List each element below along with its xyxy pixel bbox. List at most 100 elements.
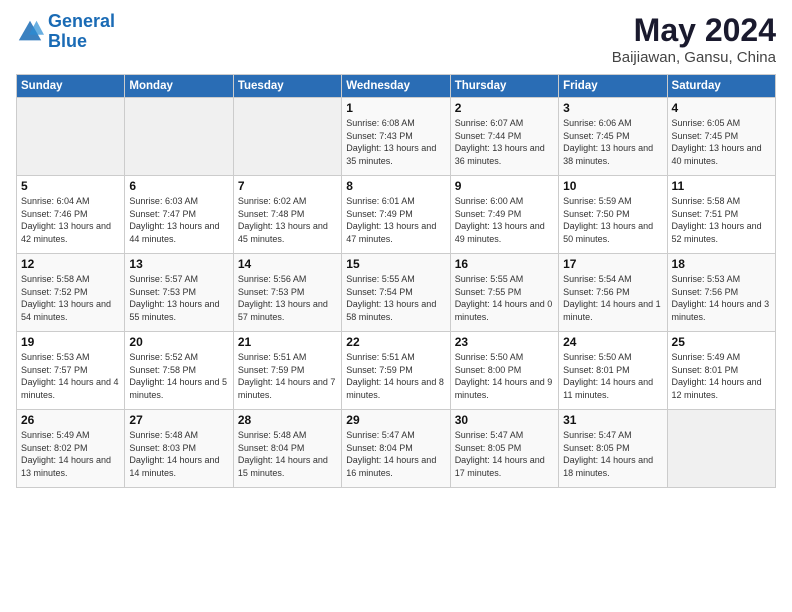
cell-day-number: 19 [21,335,120,349]
cal-cell [17,98,125,176]
cal-cell: 19 Sunrise: 5:53 AMSunset: 7:57 PMDayligh… [17,332,125,410]
cell-day-number: 1 [346,101,445,115]
cal-cell: 10 Sunrise: 5:59 AMSunset: 7:50 PMDayligh… [559,176,667,254]
cell-info: Sunrise: 5:58 AMSunset: 7:52 PMDaylight:… [21,273,120,323]
cell-day-number: 8 [346,179,445,193]
cell-day-number: 31 [563,413,662,427]
cal-cell: 26 Sunrise: 5:49 AMSunset: 8:02 PMDayligh… [17,410,125,488]
cal-cell: 15Sunrise: 5:55 AMSunset: 7:54 PMDayligh… [342,254,450,332]
cell-day-number: 30 [455,413,554,427]
cell-info: Sunrise: 5:48 AMSunset: 8:03 PMDaylight:… [129,429,228,479]
cell-info: Sunrise: 5:56 AMSunset: 7:53 PMDaylight:… [238,273,337,323]
cell-info: Sunrise: 5:49 AMSunset: 8:01 PMDaylight:… [672,351,771,401]
cal-cell: 4 Sunrise: 6:05 AMSunset: 7:45 PMDaylight… [667,98,775,176]
weekday-sunday: Sunday [17,75,125,98]
cell-day-number: 13 [129,257,228,271]
cal-cell: 5 Sunrise: 6:04 AMSunset: 7:46 PMDaylight… [17,176,125,254]
cal-cell [667,410,775,488]
cell-info: Sunrise: 5:58 AMSunset: 7:51 PMDaylight:… [672,195,771,245]
cell-day-number: 2 [455,101,554,115]
cell-info: Sunrise: 5:49 AMSunset: 8:02 PMDaylight:… [21,429,120,479]
cal-cell: 29Sunrise: 5:47 AMSunset: 8:04 PMDayligh… [342,410,450,488]
logo-text: General Blue [48,12,115,52]
weekday-saturday: Saturday [667,75,775,98]
logo-icon [16,18,44,46]
cell-info: Sunrise: 5:52 AMSunset: 7:58 PMDaylight:… [129,351,228,401]
cell-info: Sunrise: 5:54 AMSunset: 7:56 PMDaylight:… [563,273,662,323]
cal-cell: 6 Sunrise: 6:03 AMSunset: 7:47 PMDaylight… [125,176,233,254]
cell-info: Sunrise: 5:53 AMSunset: 7:57 PMDaylight:… [21,351,120,401]
cell-day-number: 22 [346,335,445,349]
cell-info: Sunrise: 5:47 AMSunset: 8:05 PMDaylight:… [455,429,554,479]
cal-cell: 24Sunrise: 5:50 AMSunset: 8:01 PMDayligh… [559,332,667,410]
cell-day-number: 25 [672,335,771,349]
cell-day-number: 29 [346,413,445,427]
cell-info: Sunrise: 6:05 AMSunset: 7:45 PMDaylight:… [672,117,771,167]
subtitle: Baijiawan, Gansu, China [612,49,776,66]
cell-info: Sunrise: 5:50 AMSunset: 8:00 PMDaylight:… [455,351,554,401]
cell-day-number: 12 [21,257,120,271]
cell-info: Sunrise: 5:47 AMSunset: 8:05 PMDaylight:… [563,429,662,479]
cal-cell: 22 Sunrise: 5:51 AMSunset: 7:59 PMDayligh… [342,332,450,410]
weekday-friday: Friday [559,75,667,98]
cell-day-number: 4 [672,101,771,115]
weekday-wednesday: Wednesday [342,75,450,98]
cal-cell: 12 Sunrise: 5:58 AMSunset: 7:52 PMDayligh… [17,254,125,332]
cal-cell: 27 Sunrise: 5:48 AMSunset: 8:03 PMDayligh… [125,410,233,488]
cell-day-number: 26 [21,413,120,427]
cell-day-number: 11 [672,179,771,193]
cell-info: Sunrise: 5:48 AMSunset: 8:04 PMDaylight:… [238,429,337,479]
cell-day-number: 28 [238,413,337,427]
cell-day-number: 10 [563,179,662,193]
cell-day-number: 24 [563,335,662,349]
cal-cell: 2Sunrise: 6:07 AMSunset: 7:44 PMDaylight… [450,98,558,176]
cal-cell: 8Sunrise: 6:01 AMSunset: 7:49 PMDaylight… [342,176,450,254]
logo-line1: General [48,11,115,31]
cell-info: Sunrise: 5:51 AMSunset: 7:59 PMDaylight:… [346,351,445,401]
cal-cell: 16Sunrise: 5:55 AMSunset: 7:55 PMDayligh… [450,254,558,332]
weekday-thursday: Thursday [450,75,558,98]
cell-day-number: 18 [672,257,771,271]
cell-day-number: 23 [455,335,554,349]
main-title: May 2024 [612,12,776,49]
cal-cell: 25 Sunrise: 5:49 AMSunset: 8:01 PMDayligh… [667,332,775,410]
logo: General Blue [16,12,115,52]
cell-info: Sunrise: 6:00 AMSunset: 7:49 PMDaylight:… [455,195,554,245]
cell-day-number: 7 [238,179,337,193]
cell-info: Sunrise: 6:08 AMSunset: 7:43 PMDaylight:… [346,117,445,167]
cal-cell: 17 Sunrise: 5:54 AMSunset: 7:56 PMDayligh… [559,254,667,332]
cell-info: Sunrise: 5:57 AMSunset: 7:53 PMDaylight:… [129,273,228,323]
title-block: May 2024 Baijiawan, Gansu, China [612,12,776,66]
week-row-2: 5 Sunrise: 6:04 AMSunset: 7:46 PMDaylight… [17,176,776,254]
cell-info: Sunrise: 6:03 AMSunset: 7:47 PMDaylight:… [129,195,228,245]
cal-cell: 11 Sunrise: 5:58 AMSunset: 7:51 PMDayligh… [667,176,775,254]
week-row-4: 19 Sunrise: 5:53 AMSunset: 7:57 PMDayligh… [17,332,776,410]
cell-day-number: 27 [129,413,228,427]
cal-cell: 30 Sunrise: 5:47 AMSunset: 8:05 PMDayligh… [450,410,558,488]
cal-cell: 1 Sunrise: 6:08 AMSunset: 7:43 PMDaylight… [342,98,450,176]
cell-info: Sunrise: 5:59 AMSunset: 7:50 PMDaylight:… [563,195,662,245]
cell-info: Sunrise: 6:04 AMSunset: 7:46 PMDaylight:… [21,195,120,245]
cell-info: Sunrise: 5:55 AMSunset: 7:54 PMDaylight:… [346,273,445,323]
cell-day-number: 17 [563,257,662,271]
cell-day-number: 5 [21,179,120,193]
weekday-header-row: SundayMondayTuesdayWednesdayThursdayFrid… [17,75,776,98]
cell-info: Sunrise: 5:55 AMSunset: 7:55 PMDaylight:… [455,273,554,323]
cal-cell [125,98,233,176]
cal-cell: 21Sunrise: 5:51 AMSunset: 7:59 PMDayligh… [233,332,341,410]
logo-line2: Blue [48,31,87,51]
calendar: SundayMondayTuesdayWednesdayThursdayFrid… [16,74,776,488]
cell-day-number: 6 [129,179,228,193]
cal-cell: 31 Sunrise: 5:47 AMSunset: 8:05 PMDayligh… [559,410,667,488]
cal-cell: 23 Sunrise: 5:50 AMSunset: 8:00 PMDayligh… [450,332,558,410]
weekday-monday: Monday [125,75,233,98]
cal-cell: 14Sunrise: 5:56 AMSunset: 7:53 PMDayligh… [233,254,341,332]
cell-day-number: 20 [129,335,228,349]
header: General Blue May 2024 Baijiawan, Gansu, … [16,12,776,66]
cell-info: Sunrise: 5:53 AMSunset: 7:56 PMDaylight:… [672,273,771,323]
cell-info: Sunrise: 5:51 AMSunset: 7:59 PMDaylight:… [238,351,337,401]
cal-cell: 28 Sunrise: 5:48 AMSunset: 8:04 PMDayligh… [233,410,341,488]
week-row-1: 1 Sunrise: 6:08 AMSunset: 7:43 PMDaylight… [17,98,776,176]
cell-info: Sunrise: 6:06 AMSunset: 7:45 PMDaylight:… [563,117,662,167]
cell-info: Sunrise: 6:02 AMSunset: 7:48 PMDaylight:… [238,195,337,245]
